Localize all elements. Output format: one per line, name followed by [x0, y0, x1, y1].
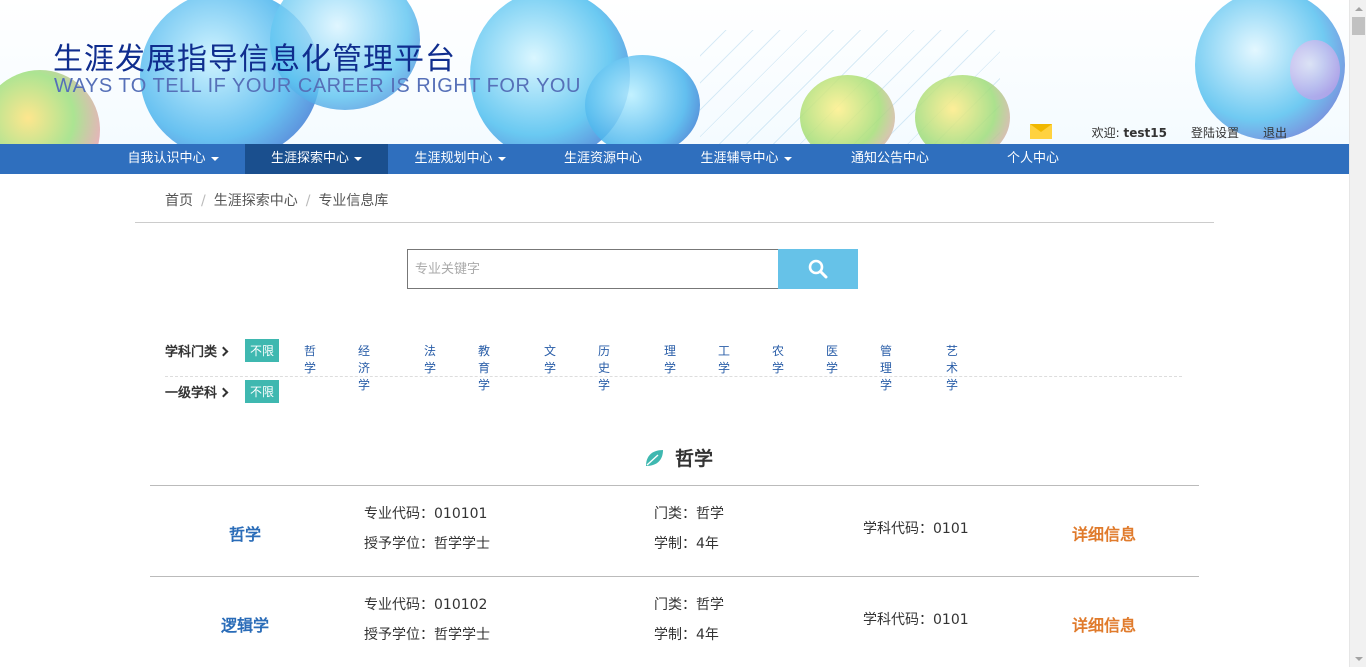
category-filter: 学科门类 不限 [165, 339, 280, 362]
category-tag[interactable]: 历史学 [598, 342, 610, 393]
major-code: 专业代码：010101 [364, 506, 488, 522]
search-button[interactable] [778, 249, 858, 289]
major-duration: 学制：4年 [654, 627, 719, 643]
main-nav: 自我认识中心 生涯探索中心 生涯规划中心 生涯资源中心 生涯辅导中心 通知公告中… [0, 144, 1349, 174]
major-subject-code: 学科代码：0101 [863, 612, 969, 628]
major-name[interactable]: 逻辑学 [150, 612, 340, 636]
user-bar: 欢迎: test15 登陆设置 退出 [1029, 124, 1287, 141]
major-category: 门类：哲学 [654, 506, 724, 522]
category-tag[interactable]: 农学 [772, 342, 784, 376]
breadcrumb-separator: / [305, 193, 311, 209]
nav-item-career-resources[interactable]: 生涯资源中心 [540, 144, 666, 174]
login-settings-link[interactable]: 登陆设置 [1191, 124, 1239, 141]
nav-label: 个人中心 [1006, 151, 1059, 166]
major-duration: 学制：4年 [654, 536, 719, 552]
category-tag-all[interactable]: 不限 [245, 339, 280, 362]
nav-label: 通知公告中心 [850, 151, 929, 166]
username: test15 [1123, 126, 1167, 140]
section-title-text: 哲学 [675, 448, 714, 470]
nav-item-career-exploration[interactable]: 生涯探索中心 [245, 144, 388, 174]
nav-item-personal[interactable]: 个人中心 [970, 144, 1096, 174]
nav-item-self-awareness[interactable]: 自我认识中心 [110, 144, 236, 174]
scrollbar-thumb[interactable] [1352, 17, 1365, 35]
category-tag[interactable]: 医学 [826, 342, 838, 376]
banner-bubble [1290, 40, 1340, 100]
nav-item-career-planning[interactable]: 生涯规划中心 [397, 144, 523, 174]
breadcrumb-separator: / [201, 193, 206, 209]
welcome-prefix: 欢迎: [1091, 126, 1124, 140]
category-filter-label-text: 学科门类 [165, 345, 218, 360]
scroll-up-arrow-icon[interactable] [1350, 0, 1366, 17]
category-tag[interactable]: 经济学 [358, 342, 370, 393]
major-row: 逻辑学 专业代码：010102 授予学位：哲学学士 门类：哲学 学制：4年 学科… [150, 576, 1199, 667]
welcome-text: 欢迎: test15 [1092, 124, 1167, 141]
breadcrumb: 首页 / 生涯探索中心 / 专业信息库 [165, 190, 388, 210]
logout-link[interactable]: 退出 [1263, 124, 1287, 141]
major-category: 门类：哲学 [654, 597, 724, 613]
detail-link[interactable]: 详细信息 [1072, 612, 1136, 636]
section-title: 哲学 [643, 444, 713, 471]
major-subject-code: 学科代码：0101 [863, 521, 969, 537]
site-subtitle: WAYS TO TELL IF YOUR CAREER IS RIGHT FOR… [54, 75, 581, 97]
breadcrumb-current: 专业信息库 [318, 193, 389, 209]
search-icon [808, 259, 828, 279]
site-title: 生涯发展指导信息化管理平台 [53, 42, 456, 77]
chevron-down-icon [783, 156, 792, 161]
category-filter-label: 学科门类 [165, 341, 245, 360]
detail-link[interactable]: 详细信息 [1072, 521, 1136, 545]
category-tag[interactable]: 管理学 [880, 342, 892, 393]
category-tag[interactable]: 工学 [718, 342, 730, 376]
chevron-down-icon [354, 156, 362, 161]
category-tag[interactable]: 文学 [544, 342, 556, 376]
search-input[interactable] [407, 249, 779, 289]
chevron-down-icon [210, 156, 219, 161]
leaf-icon [646, 449, 663, 466]
subject-filter-label: 一级学科 [165, 382, 245, 401]
major-name[interactable]: 哲学 [150, 521, 340, 545]
category-tag[interactable]: 教育学 [478, 342, 490, 393]
major-degree: 授予学位：哲学学士 [364, 627, 490, 643]
divider [135, 222, 1214, 223]
scroll-down-arrow-icon[interactable] [1350, 650, 1366, 667]
vertical-scrollbar[interactable] [1349, 0, 1366, 667]
nav-item-notices[interactable]: 通知公告中心 [827, 144, 953, 174]
nav-item-career-guidance[interactable]: 生涯辅导中心 [683, 144, 809, 174]
category-tag[interactable]: 理学 [664, 342, 676, 376]
header-banner: 生涯发展指导信息化管理平台 WAYS TO TELL IF YOUR CAREE… [0, 0, 1349, 144]
nav-label: 生涯辅导中心 [700, 151, 779, 166]
category-tag[interactable]: 哲学 [304, 342, 316, 376]
major-degree: 授予学位：哲学学士 [364, 536, 490, 552]
nav-label: 生涯探索中心 [270, 151, 349, 166]
nav-label: 生涯资源中心 [563, 151, 642, 166]
banner-bubble [585, 55, 700, 144]
category-tag[interactable]: 艺术学 [946, 342, 958, 393]
subject-filter: 一级学科 不限 [165, 380, 280, 403]
nav-label: 自我认识中心 [127, 151, 206, 166]
major-row: 哲学 专业代码：010101 授予学位：哲学学士 门类：哲学 学制：4年 学科代… [150, 485, 1199, 576]
nav-label: 生涯规划中心 [414, 151, 493, 166]
subject-tag-all[interactable]: 不限 [245, 380, 280, 403]
chevron-right-icon [218, 346, 229, 357]
category-tag[interactable]: 法学 [424, 342, 436, 376]
subject-filter-label-text: 一级学科 [165, 386, 218, 401]
mail-icon[interactable] [1029, 124, 1052, 139]
chevron-right-icon [218, 387, 229, 398]
chevron-down-icon [497, 156, 506, 161]
filter-divider [165, 376, 1182, 377]
breadcrumb-career-exploration[interactable]: 生涯探索中心 [214, 193, 298, 209]
major-code: 专业代码：010102 [364, 597, 488, 613]
breadcrumb-home[interactable]: 首页 [165, 193, 193, 209]
